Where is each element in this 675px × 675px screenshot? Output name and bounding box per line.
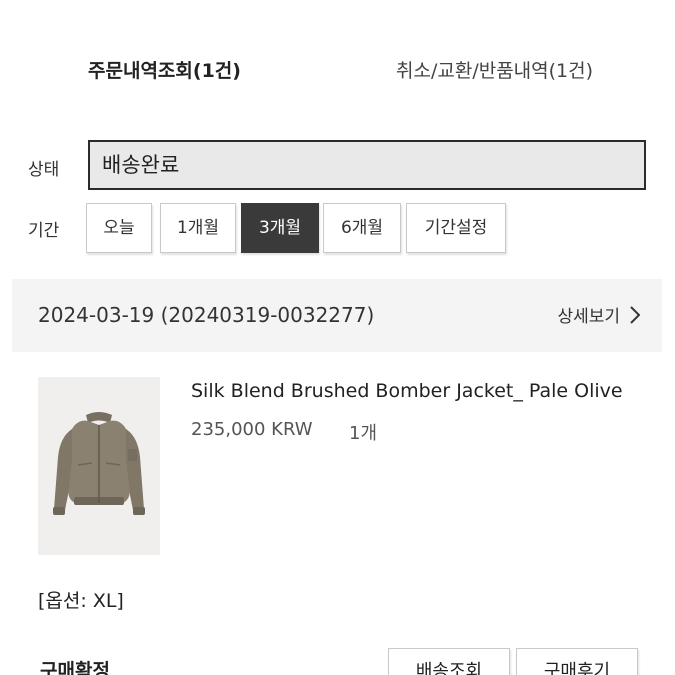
- status-select[interactable]: 배송완료: [88, 140, 646, 190]
- tab-order-history[interactable]: 주문내역조회(1건): [88, 56, 241, 83]
- order-detail-label: 상세보기: [557, 307, 620, 327]
- delivery-tracking-button[interactable]: 배송조회: [388, 648, 510, 675]
- product-quantity: 1개: [349, 423, 378, 444]
- order-header: 2024-03-19 (20240319-0032277) 상세보기: [12, 279, 662, 352]
- status-label: 상태: [28, 160, 60, 180]
- tab-cancel-exchange-return[interactable]: 취소/교환/반품내역(1건): [396, 56, 593, 83]
- period-custom-button[interactable]: 기간설정: [406, 203, 506, 253]
- period-3-month-button[interactable]: 3개월: [241, 203, 319, 253]
- product-option: [옵션: XL]: [38, 590, 124, 612]
- period-today-button[interactable]: 오늘: [86, 203, 152, 253]
- order-date-number: 2024-03-19 (20240319-0032277): [38, 303, 375, 327]
- write-review-button[interactable]: 구매후기: [516, 648, 638, 675]
- purchase-confirm-label: 구매확정: [40, 660, 110, 675]
- bomber-jacket-image: [53, 412, 145, 515]
- period-1-month-button[interactable]: 1개월: [160, 203, 236, 253]
- order-detail-link[interactable]: 상세보기: [557, 302, 640, 327]
- period-label: 기간: [28, 221, 60, 241]
- product-price: 235,000 KRW: [191, 419, 313, 440]
- product-image[interactable]: [38, 377, 160, 555]
- chevron-right-icon: [630, 305, 640, 324]
- product-name[interactable]: Silk Blend Brushed Bomber Jacket_ Pale O…: [191, 380, 623, 402]
- period-6-month-button[interactable]: 6개월: [323, 203, 401, 253]
